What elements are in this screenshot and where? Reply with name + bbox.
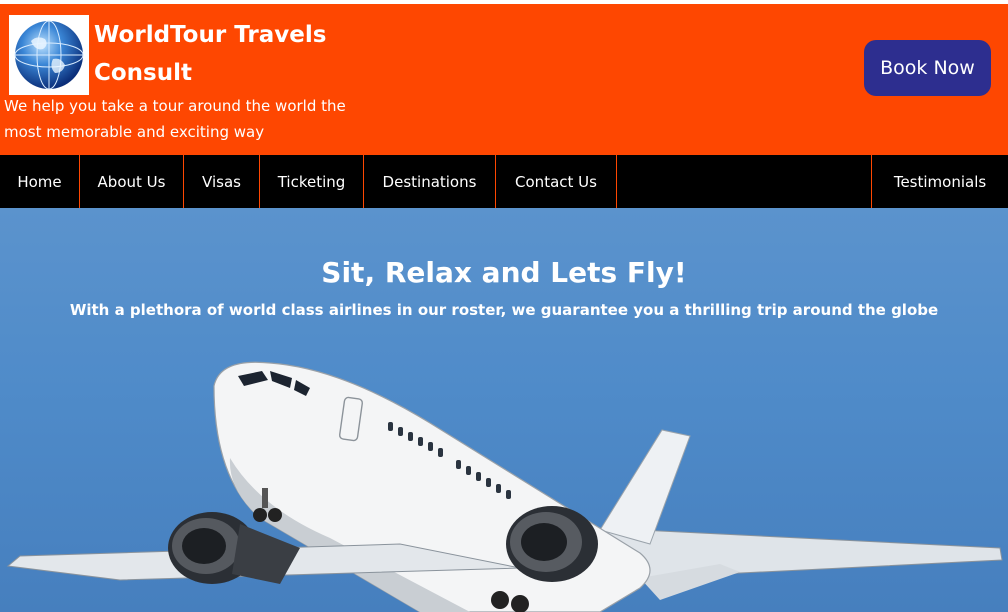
brand-title: WorldTour Travels Consult <box>94 22 327 86</box>
nav-contact-us[interactable]: Contact Us <box>496 155 617 208</box>
nav-about-us[interactable]: About Us <box>80 155 184 208</box>
book-now-button[interactable]: Book Now <box>864 40 991 96</box>
nav-testimonials[interactable]: Testimonials <box>871 155 1008 208</box>
globe-icon[interactable] <box>9 15 89 95</box>
site-header: WorldTour Travels Consult We help you ta… <box>0 4 1008 155</box>
nav-destinations[interactable]: Destinations <box>364 155 496 208</box>
hero-section: Sit, Relax and Lets Fly! With a plethora… <box>0 208 1008 612</box>
nav-home[interactable]: Home <box>0 155 80 208</box>
nav-ticketing[interactable]: Ticketing <box>260 155 364 208</box>
nav-visas[interactable]: Visas <box>184 155 260 208</box>
hero-subtitle: With a plethora of world class airlines … <box>69 301 939 319</box>
hero-title: Sit, Relax and Lets Fly! <box>321 256 687 289</box>
tagline: We help you take a tour around the world… <box>4 97 346 141</box>
main-nav: Home About Us Visas Ticketing Destinatio… <box>0 155 1008 208</box>
